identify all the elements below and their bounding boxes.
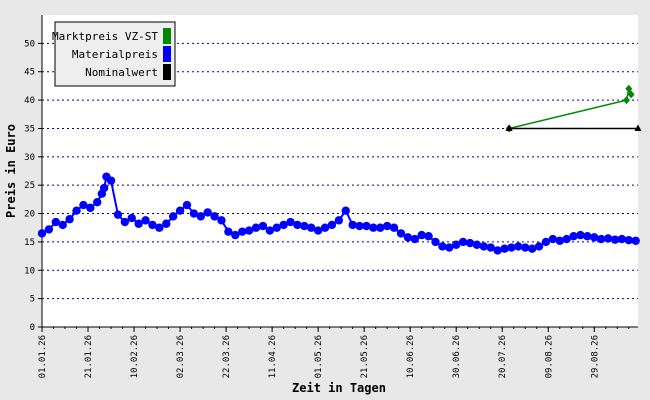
y-tick-label: 40 <box>24 96 35 106</box>
legend-swatch <box>163 64 171 80</box>
data-point <box>182 200 192 210</box>
data-point <box>389 223 399 232</box>
data-point <box>106 176 116 185</box>
chart: 0 5 10 15 20 25 30 35 40 45 50 01.01.26 21.01.26 10.0… <box>0 0 650 400</box>
legend: Marktpreis VZ-ST Materialpreis Nominalwert <box>52 21 176 87</box>
x-tick-label: 30.06.26 <box>452 335 462 378</box>
data-point <box>258 221 268 231</box>
x-tick-label: 21.01.26 <box>84 335 94 378</box>
x-tick-label: 01.05.26 <box>314 335 324 378</box>
legend-label: Materialpreis <box>72 48 158 61</box>
y-tick-label: 45 <box>24 68 35 78</box>
y-tick-label: 5 <box>30 295 35 305</box>
data-point <box>93 198 102 207</box>
y-axis-title: Preis in Euro <box>4 124 18 218</box>
data-point <box>431 237 440 247</box>
data-point <box>86 203 95 213</box>
x-tick-label: 21.05.26 <box>360 335 370 378</box>
y-tick-label: 20 <box>24 210 35 220</box>
data-point <box>44 225 54 234</box>
x-tick-label: 22.03.26 <box>222 335 232 378</box>
data-point <box>72 206 81 215</box>
x-tick-label: 02.03.26 <box>176 335 186 378</box>
legend-label: Nominalwert <box>85 66 158 79</box>
x-tick-label: 10.06.26 <box>406 335 416 378</box>
x-tick-label: 29.08.26 <box>590 335 600 378</box>
y-tick-label: 10 <box>24 266 35 276</box>
y-tick-label: 30 <box>24 153 35 163</box>
data-point <box>162 219 171 228</box>
y-tick-label: 35 <box>24 124 35 134</box>
y-tick-label: 0 <box>30 323 35 333</box>
data-point <box>534 242 544 251</box>
legend-swatch <box>163 46 171 62</box>
x-tick-label: 09.08.26 <box>544 335 554 378</box>
data-point <box>141 216 150 225</box>
y-tick-label: 25 <box>24 181 35 191</box>
x-tick-label: 01.01.26 <box>38 335 48 378</box>
legend-swatch <box>163 28 171 44</box>
data-point <box>168 212 178 221</box>
data-point <box>341 206 350 215</box>
legend-label: Marktpreis VZ-ST <box>52 30 158 43</box>
data-point <box>217 216 226 225</box>
y-tick-label: 15 <box>24 238 35 248</box>
y-tick-label: 50 <box>24 39 35 49</box>
data-point <box>127 213 136 223</box>
data-point <box>113 210 123 219</box>
x-tick-label: 10.02.26 <box>130 335 140 378</box>
data-point <box>65 215 74 224</box>
chart-svg: 0 5 10 15 20 25 30 35 40 45 50 01.01.26 21.01.26 10.0… <box>4 15 642 395</box>
data-point <box>175 206 185 215</box>
data-point <box>99 183 109 193</box>
data-point <box>334 216 344 225</box>
x-tick-label: 20.07.26 <box>498 335 508 378</box>
x-axis-title: Zeit in Tagen <box>292 381 386 395</box>
data-point <box>631 236 640 245</box>
data-point <box>327 220 337 230</box>
data-point <box>58 220 67 230</box>
data-point <box>424 232 433 241</box>
x-tick-label: 11.04.26 <box>268 335 278 378</box>
